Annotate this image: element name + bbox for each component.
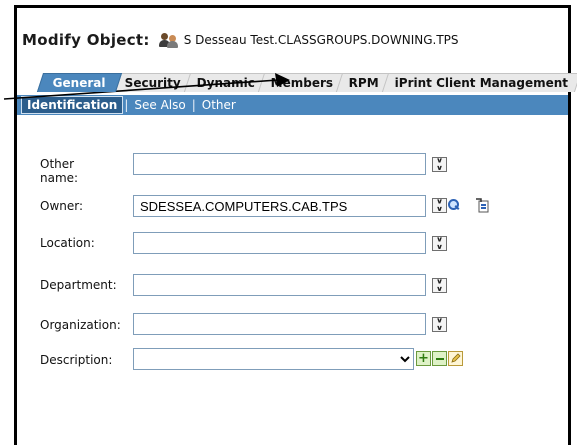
callout-arrow xyxy=(3,73,290,100)
tab-general[interactable]: General xyxy=(36,73,122,92)
